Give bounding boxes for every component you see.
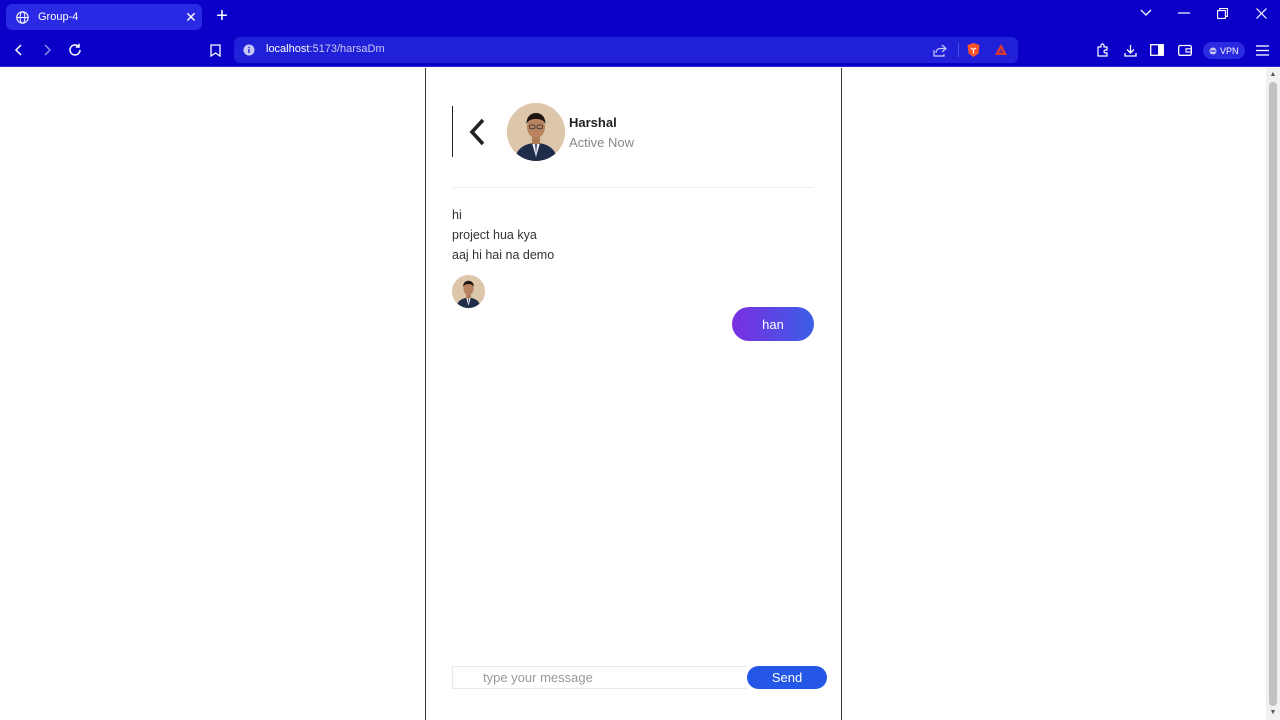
browser-tab[interactable]: Group-4 ✕ — [6, 4, 202, 30]
wallet-icon[interactable] — [1177, 42, 1193, 58]
vpn-button[interactable]: VPN — [1203, 42, 1245, 59]
contact-avatar[interactable] — [507, 103, 565, 161]
brave-shield-icon[interactable] — [966, 42, 981, 58]
message-input[interactable] — [452, 666, 747, 689]
incoming-message: aaj hi hai na demo — [452, 248, 555, 262]
menu-icon[interactable] — [1254, 42, 1270, 58]
send-button[interactable]: Send — [747, 666, 827, 689]
site-info-icon[interactable] — [243, 44, 255, 56]
close-window-icon[interactable] — [1242, 0, 1280, 26]
scroll-up-icon[interactable]: ▲ — [1269, 71, 1277, 79]
header-accent-line — [452, 106, 453, 157]
incoming-message-list: hi project hua kya aaj hi hai na demo — [452, 208, 814, 268]
tab-search-icon[interactable] — [1127, 0, 1165, 26]
scroll-down-icon[interactable]: ▼ — [1269, 709, 1277, 717]
url-host: localhost — [266, 43, 310, 55]
tab-title: Group-4 — [38, 11, 79, 23]
url-path: :5173/harsaDm — [309, 43, 385, 55]
sidebar-icon[interactable] — [1149, 42, 1165, 58]
bookmark-icon[interactable] — [204, 39, 226, 61]
sender-avatar — [452, 275, 485, 308]
download-icon[interactable] — [1122, 42, 1138, 58]
contact-status: Active Now — [569, 135, 635, 150]
tab-strip: Group-4 ✕ + — [0, 0, 1280, 33]
back-chevron-icon[interactable] — [466, 116, 492, 148]
brave-rewards-icon[interactable] — [994, 43, 1008, 56]
header-divider — [452, 187, 814, 188]
nav-bar: localhost:5173/harsaDm VPN — [0, 33, 1280, 67]
reload-icon[interactable] — [64, 39, 86, 61]
forward-arrow-icon[interactable] — [36, 39, 58, 61]
new-tab-button[interactable]: + — [212, 6, 232, 26]
page-viewport: Harshal Active Now hi project hua kya aa… — [0, 68, 1266, 720]
scroll-thumb[interactable] — [1269, 82, 1277, 706]
extensions-icon[interactable] — [1095, 42, 1111, 58]
contact-name: Harshal — [569, 115, 617, 130]
page-scrollbar[interactable]: ▲ ▼ — [1266, 68, 1280, 720]
vpn-status-icon — [1209, 47, 1217, 54]
message-composer: Send — [452, 665, 827, 691]
tab-close-icon[interactable]: ✕ — [180, 9, 202, 26]
url-text: localhost:5173/harsaDm — [266, 43, 385, 55]
back-arrow-icon[interactable] — [8, 39, 30, 61]
restore-icon[interactable] — [1203, 0, 1241, 26]
incoming-message: project hua kya — [452, 228, 537, 242]
globe-icon — [16, 10, 29, 24]
chat-panel: Harshal Active Now hi project hua kya aa… — [425, 68, 842, 720]
vpn-label: VPN — [1220, 45, 1239, 56]
incoming-message: hi — [452, 208, 462, 222]
minimize-icon[interactable] — [1165, 0, 1203, 26]
outgoing-message-bubble: han — [732, 307, 814, 341]
address-bar[interactable]: localhost:5173/harsaDm — [234, 37, 1018, 63]
share-icon[interactable] — [933, 44, 947, 57]
